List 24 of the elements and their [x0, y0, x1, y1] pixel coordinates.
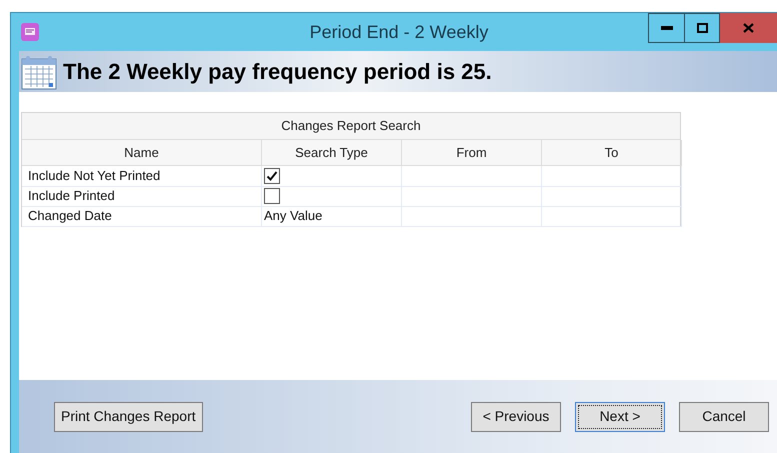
row-label: Include Printed [28, 187, 115, 205]
table-title: Changes Report Search [22, 113, 680, 140]
window-title: Period End - 2 Weekly [308, 20, 490, 44]
row-label: Include Not Yet Printed [28, 167, 160, 185]
calendar-icon [21, 54, 57, 90]
row-label: Changed Date [28, 207, 112, 225]
close-icon [743, 23, 754, 33]
close-button[interactable] [720, 13, 777, 43]
checkbox[interactable] [264, 168, 280, 184]
header-text: The 2 Weekly pay frequency period is 25. [63, 58, 492, 86]
search-type-value: Any Value [264, 207, 322, 225]
dialog-button[interactable]: Print Changes Report [54, 402, 203, 432]
minimize-icon [660, 26, 672, 30]
column-header: Search Type [262, 140, 402, 166]
dialog-button[interactable]: < Previous [471, 402, 561, 432]
dialog-button[interactable]: Cancel [679, 402, 769, 432]
column-header: To [542, 140, 682, 166]
maximize-icon [696, 23, 708, 33]
column-header: From [402, 140, 542, 166]
checkbox[interactable] [264, 188, 280, 204]
minimize-button[interactable] [648, 13, 685, 43]
app-icon [21, 23, 39, 41]
dialog-button[interactable]: Next > [575, 402, 665, 432]
column-header: Name [22, 140, 262, 166]
